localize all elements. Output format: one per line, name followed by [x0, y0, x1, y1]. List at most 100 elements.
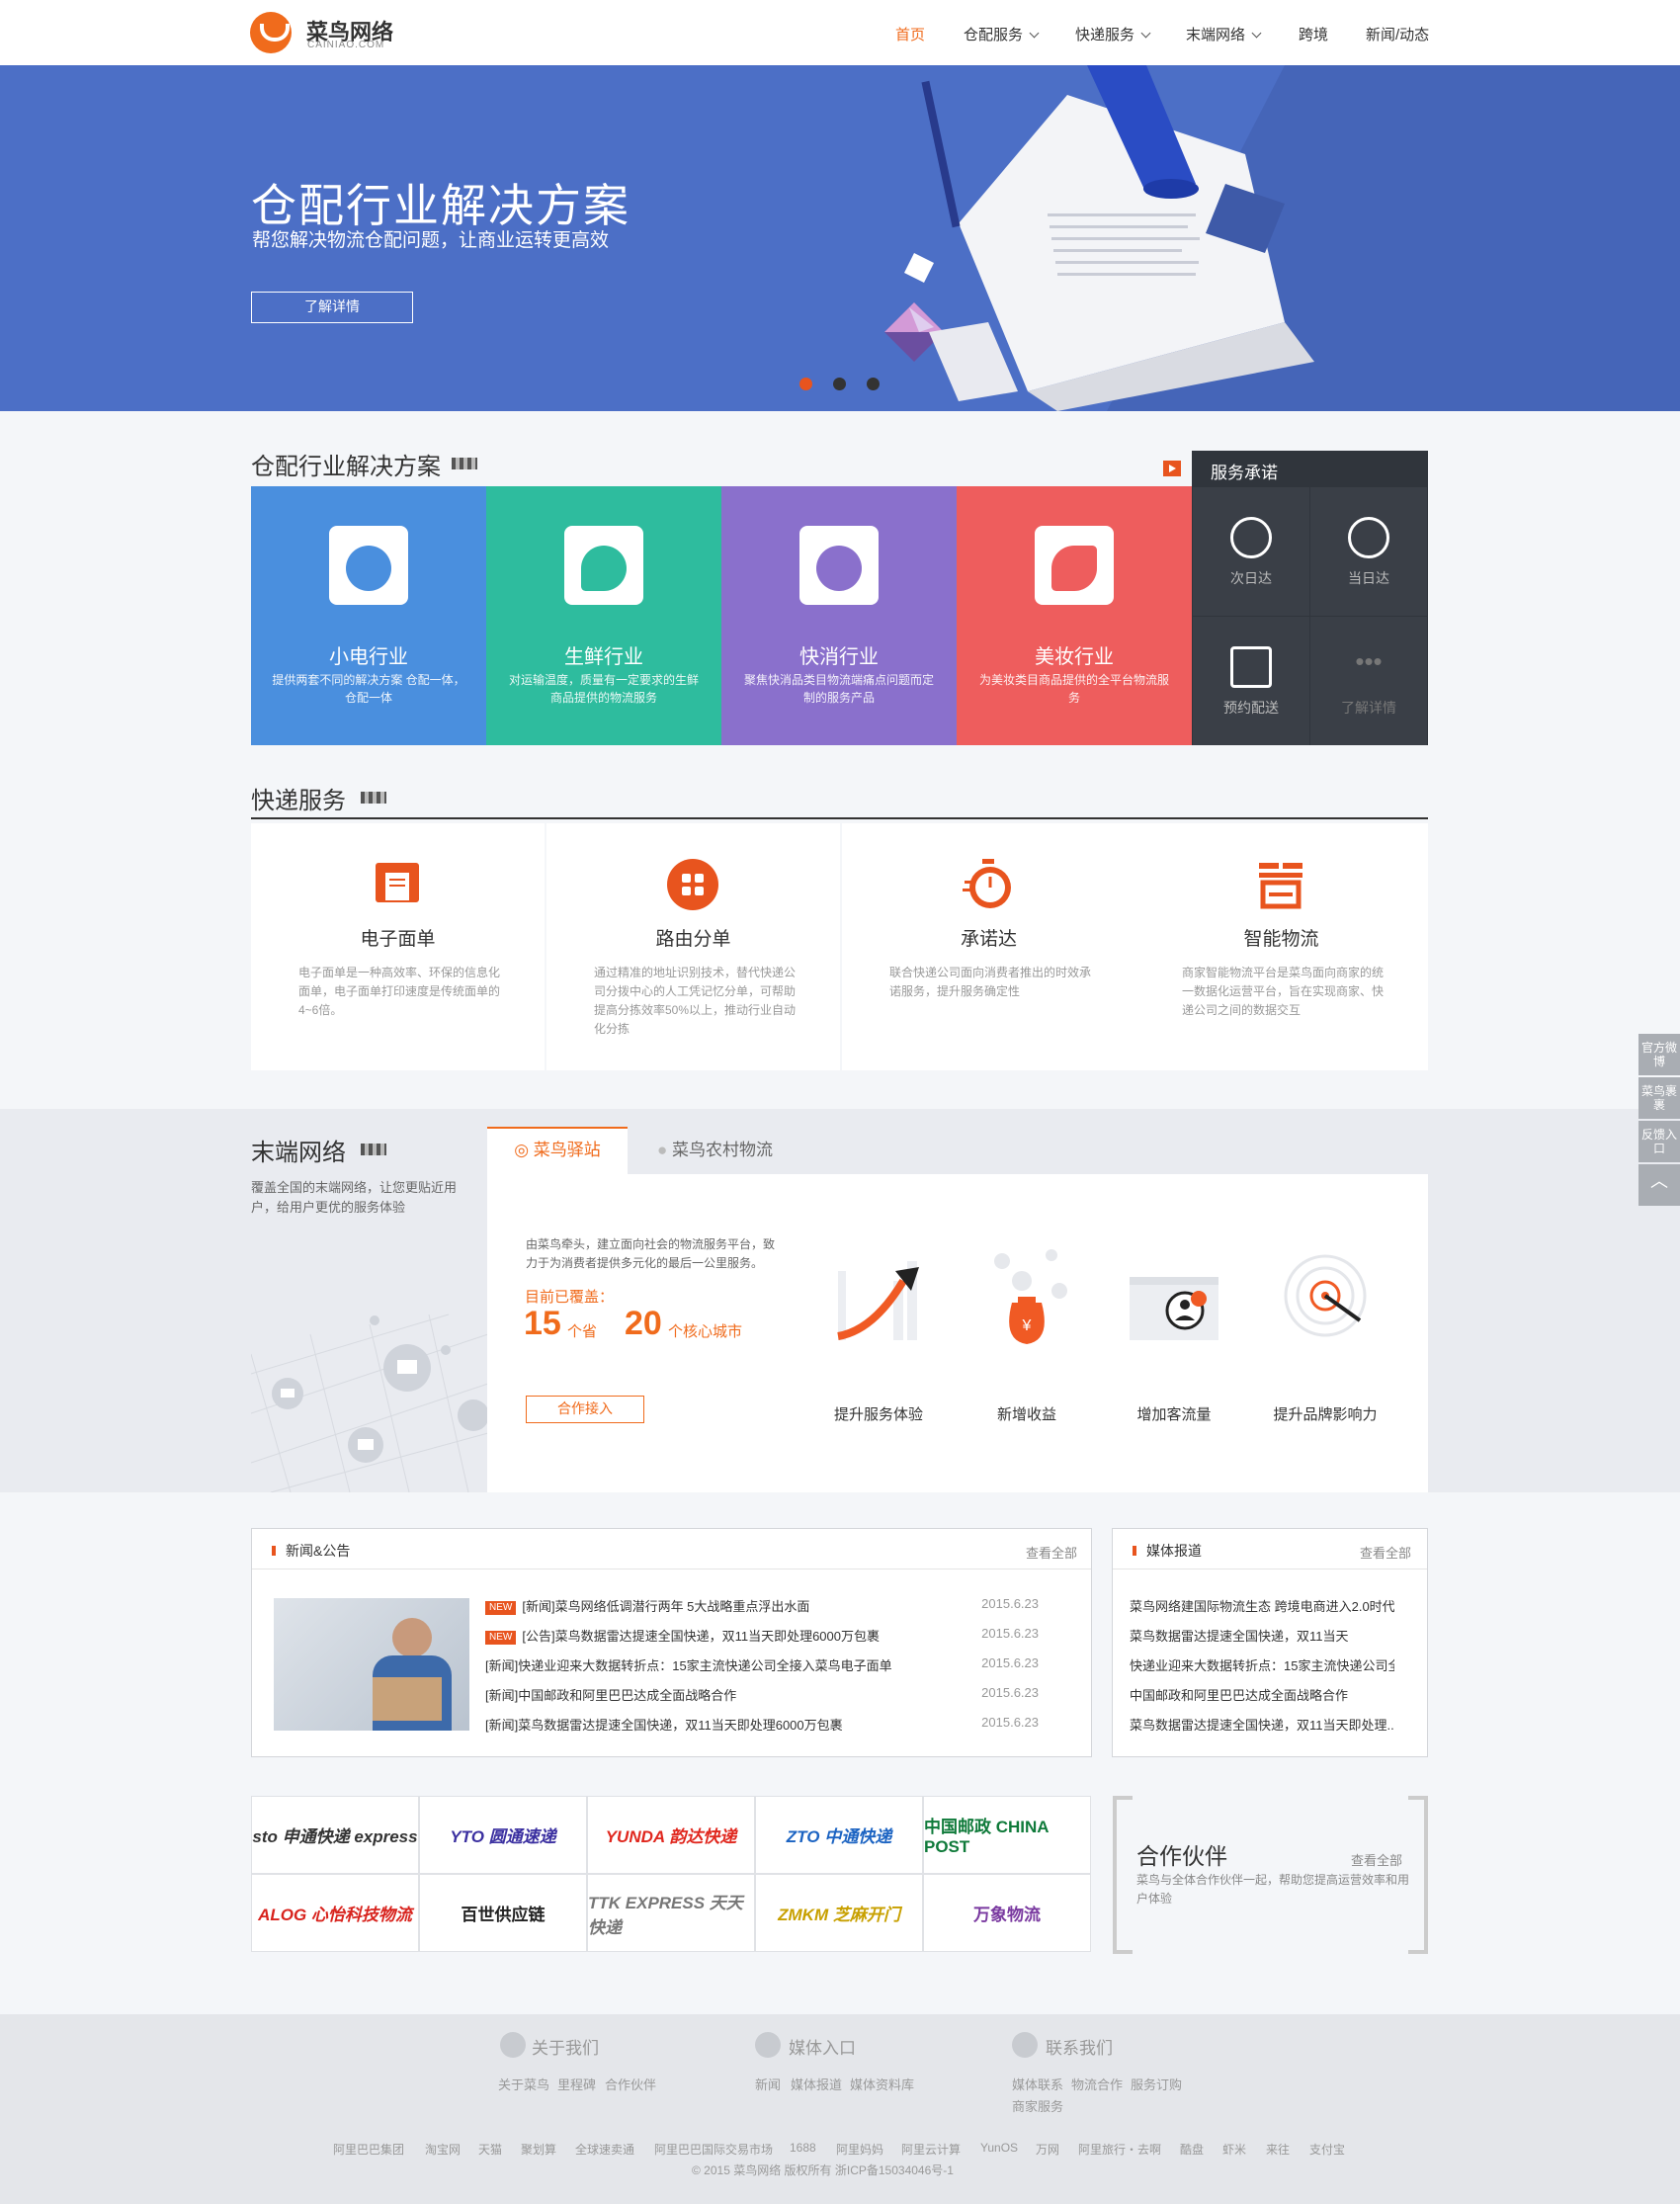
- map-pins-illustration: [251, 1314, 488, 1492]
- news-item[interactable]: [新闻]中国邮政和阿里巴巴达成全面战略合作 2015.6.23: [485, 1685, 1039, 1715]
- phone-icon: [1012, 2032, 1038, 2058]
- cainiao-logo-icon[interactable]: [250, 12, 292, 53]
- learn-more-button[interactable]: 了解详情: [251, 292, 413, 323]
- routing-icon: [667, 859, 718, 910]
- official-weibo-button[interactable]: 官方微博: [1638, 1034, 1680, 1075]
- news-item[interactable]: [新闻]快递业迎来大数据转折点：15家主流快递公司全接入菜鸟电子面单 2015.6…: [485, 1655, 1039, 1685]
- play-icon[interactable]: [1163, 461, 1181, 476]
- slide-dot-active[interactable]: [799, 378, 812, 390]
- footer-link[interactable]: 支付宝: [1309, 2141, 1345, 2158]
- footer-link[interactable]: 阿里巴巴集团: [333, 2141, 404, 2158]
- news-item[interactable]: NEW [公告]菜鸟数据雷达提速全国快递，双11当天即处理6000万包裹 2015.…: [485, 1626, 1039, 1655]
- footer-link[interactable]: 商家服务: [1012, 2096, 1063, 2115]
- media-view-all-link[interactable]: 查看全部: [1360, 1543, 1411, 1562]
- section-decor: [361, 1144, 386, 1155]
- industry-card-fresh[interactable]: 生鲜行业 对运输温度，质量有一定要求的生鲜商品提供的物流服务: [486, 486, 721, 745]
- express-card-smart[interactable]: 智能物流 商家智能物流平台是菜鸟面向商家的统一数据化运营平台，旨在实现商家、快递…: [1134, 823, 1428, 1070]
- news-text: [新闻]菜鸟数据雷达提速全国快递，双11当天即处理6000万包裹: [485, 1718, 843, 1733]
- news-item[interactable]: [新闻]菜鸟数据雷达提速全国快递，双11当天即处理6000万包裹 2015.6.2…: [485, 1715, 1039, 1744]
- more-details-item[interactable]: ••• 了解详情: [1310, 617, 1427, 745]
- footer-link[interactable]: 万网: [1036, 2141, 1059, 2158]
- media-item[interactable]: 菜鸟网络建国际物流生态 跨境电商进入2.0时代: [1130, 1596, 1394, 1615]
- partner-logo-alog[interactable]: ALOG 心怡科技物流: [251, 1874, 419, 1952]
- footer-link[interactable]: 新闻: [755, 2075, 781, 2093]
- partner-view-all-link[interactable]: 查看全部: [1351, 1850, 1402, 1869]
- news-box: 新闻&公告 查看全部 NEW [新闻]菜鸟网络低调潜行两年 5大战略重点浮出水面 2…: [251, 1528, 1092, 1757]
- footer-link[interactable]: 淘宝网: [425, 2141, 461, 2158]
- footer-link[interactable]: 聚划算: [521, 2141, 556, 2158]
- partner-logo-sto[interactable]: sto 申通快递 express: [251, 1796, 419, 1874]
- footer-link[interactable]: 服务订购: [1131, 2075, 1182, 2093]
- tab-cainiao-station[interactable]: ◎ 菜鸟驿站: [487, 1127, 628, 1174]
- media-item[interactable]: 快递业迎来大数据转折点：15家主流快递公司全接: [1130, 1655, 1394, 1674]
- new-badge: NEW: [485, 1631, 517, 1645]
- footer-link[interactable]: 来往: [1266, 2141, 1290, 2158]
- industry-card-beauty[interactable]: 美妆行业 为美妆类目商品提供的全平台物流服务: [957, 486, 1192, 745]
- express-name: 路由分单: [655, 929, 731, 950]
- footer-link[interactable]: 1688: [790, 2141, 816, 2155]
- half-moon-clock-icon: [1230, 517, 1272, 558]
- footer-link[interactable]: 媒体联系: [1012, 2075, 1063, 2093]
- same-day-item[interactable]: 当日达: [1310, 487, 1427, 616]
- footer-link[interactable]: 天猫: [478, 2141, 502, 2158]
- footer-link[interactable]: 里程碑: [557, 2075, 596, 2093]
- partner-logo-zmkm[interactable]: ZMKM 芝麻开门: [755, 1874, 923, 1952]
- slide-dot[interactable]: [833, 378, 846, 390]
- footer-link[interactable]: 物流合作: [1071, 2075, 1123, 2093]
- footer-link[interactable]: 酷盘: [1180, 2141, 1204, 2158]
- nav-express[interactable]: 快递服务: [1075, 24, 1151, 44]
- express-card-ewaybill[interactable]: 电子面单 电子面单是一种高效率、环保的信息化面单，电子面单打印速度是传统面单的4…: [251, 823, 545, 1070]
- express-card-promise[interactable]: 承诺达 联合快递公司面向消费者推出的时效承诺服务，提升服务确定性: [842, 823, 1135, 1070]
- partner-logo-ttk[interactable]: TTK EXPRESS 天天快递: [587, 1874, 755, 1952]
- microphone-icon: [755, 2032, 781, 2058]
- footer-link[interactable]: 阿里巴巴国际交易市场: [654, 2141, 773, 2158]
- media-box: 媒体报道 查看全部 菜鸟网络建国际物流生态 跨境电商进入2.0时代 菜鸟数据雷达…: [1112, 1528, 1428, 1757]
- footer-link[interactable]: 媒体报道: [791, 2075, 842, 2093]
- partner-logo-yto[interactable]: YTO 圆通速递: [419, 1796, 587, 1874]
- news-item[interactable]: NEW [新闻]菜鸟网络低调潜行两年 5大战略重点浮出水面 2015.6.23: [485, 1596, 1039, 1626]
- news-photo[interactable]: [274, 1598, 469, 1731]
- nav-crossborder[interactable]: 跨境: [1299, 24, 1328, 44]
- cainiao-guoguo-button[interactable]: 菜鸟裹裹: [1638, 1077, 1680, 1119]
- industry-card-fmcg[interactable]: 快消行业 聚焦快消品类目物流端痛点问题而定制的服务产品: [721, 486, 957, 745]
- footer-link[interactable]: 阿里旅行・去啊: [1078, 2141, 1161, 2158]
- feedback-button[interactable]: 反馈入口: [1638, 1121, 1680, 1162]
- partner-logo-zto[interactable]: ZTO 中通快递: [755, 1796, 923, 1874]
- footer-link[interactable]: 虾米: [1222, 2141, 1246, 2158]
- footer-link[interactable]: 阿里妈妈: [836, 2141, 883, 2158]
- cooperate-button[interactable]: 合作接入: [526, 1396, 644, 1423]
- footer-link[interactable]: 关于菜鸟: [498, 2075, 549, 2093]
- media-item[interactable]: 菜鸟数据雷达提速全国快递，双11当天: [1130, 1626, 1394, 1645]
- news-view-all-link[interactable]: 查看全部: [1026, 1543, 1077, 1562]
- nav-warehouse[interactable]: 仓配服务: [964, 24, 1040, 44]
- media-item[interactable]: 菜鸟数据雷达提速全国快递，双11当天即处理...: [1130, 1715, 1394, 1734]
- express-card-routing[interactable]: 路由分单 通过精准的地址识别技术，替代快递公司分拨中心的人工凭记忆分单，可帮助提…: [546, 823, 840, 1070]
- footer-link[interactable]: 全球速卖通: [575, 2141, 634, 2158]
- partner-logo-wanxiang[interactable]: 万象物流: [923, 1874, 1091, 1952]
- more-dots-icon: •••: [1355, 646, 1383, 676]
- express-name: 承诺达: [960, 929, 1017, 950]
- footer-link[interactable]: 阿里云计算: [901, 2141, 961, 2158]
- warehouse-section-title: 仓配行业解决方案: [251, 454, 441, 480]
- footer-link[interactable]: YunOS: [980, 2141, 1018, 2155]
- back-to-top-icon[interactable]: ︿: [1638, 1164, 1680, 1206]
- partner-logo-china-post[interactable]: 中国邮政 CHINA POST: [923, 1796, 1091, 1874]
- tab-label: 菜鸟驿站: [533, 1141, 601, 1159]
- news-date: 2015.6.23: [981, 1655, 1039, 1670]
- partner-logo-yunda[interactable]: YUNDA 韵达快递: [587, 1796, 755, 1874]
- industry-card-electronics[interactable]: 小电行业 提供两套不同的解决方案 仓配一体，仓配一体: [251, 486, 486, 745]
- svg-text:¥: ¥: [1022, 1317, 1032, 1334]
- slide-dot[interactable]: [867, 378, 880, 390]
- footer-link[interactable]: 合作伙伴: [605, 2075, 656, 2093]
- scheduled-delivery-item[interactable]: 预约配送: [1193, 617, 1309, 745]
- next-day-item[interactable]: 次日达: [1193, 487, 1309, 616]
- industry-desc: 对运输温度，质量有一定要求的生鲜商品提供的物流服务: [508, 673, 699, 705]
- footer-link[interactable]: 媒体资料库: [850, 2075, 914, 2093]
- nav-news[interactable]: 新闻/动态: [1366, 24, 1429, 44]
- nav-terminal[interactable]: 末端网络: [1186, 24, 1262, 44]
- tab-rural-logistics[interactable]: ● 菜鸟农村物流: [657, 1127, 773, 1174]
- partner-logo-best[interactable]: 百世供应链: [419, 1874, 587, 1952]
- footer-about-title: 关于我们: [532, 2039, 599, 2058]
- media-item[interactable]: 中国邮政和阿里巴巴达成全面战略合作: [1130, 1685, 1394, 1704]
- nav-home[interactable]: 首页: [895, 24, 925, 44]
